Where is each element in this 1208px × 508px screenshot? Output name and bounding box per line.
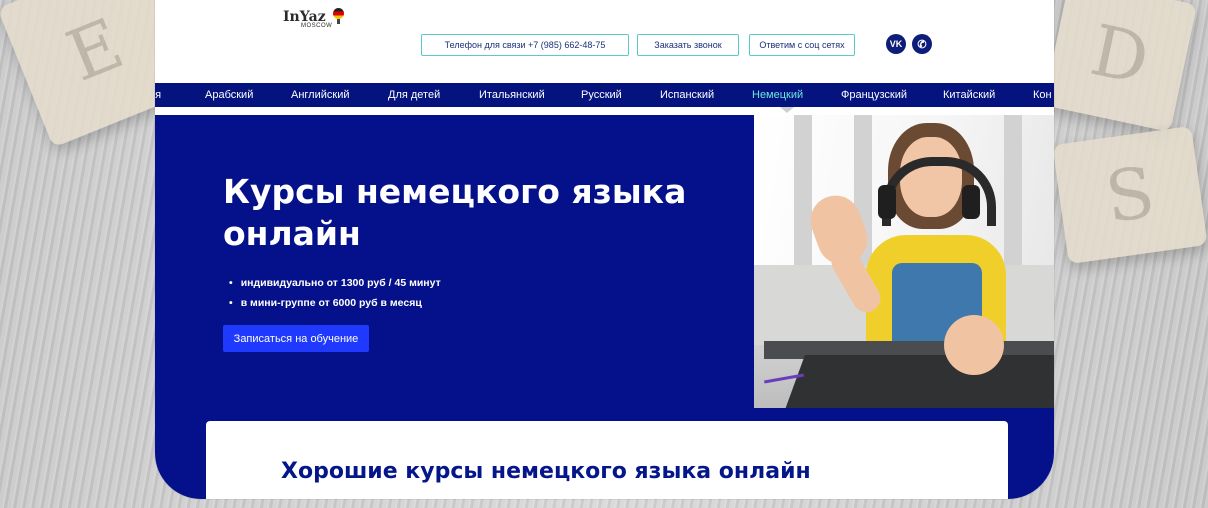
nav-item-french[interactable]: Французский bbox=[841, 89, 907, 101]
order-call-button[interactable]: Заказать звонок bbox=[637, 34, 739, 56]
hero-photo bbox=[754, 115, 1054, 408]
price-individual: индивидуально от 1300 руб / 45 минут bbox=[229, 273, 441, 293]
nav-item-kids[interactable]: Для детей bbox=[388, 89, 440, 101]
hero-title: Курсы немецкого языка онлайн bbox=[223, 172, 687, 253]
german-flag-icon bbox=[333, 8, 344, 19]
info-card: Хорошие курсы немецкого языка онлайн bbox=[206, 421, 1008, 499]
phone-button[interactable]: Телефон для связи +7 (985) 662-48-75 bbox=[421, 34, 629, 56]
nav-item-contacts[interactable]: Кон bbox=[1033, 89, 1052, 101]
letter-tile-s: S bbox=[1052, 125, 1208, 265]
nav-item-spanish[interactable]: Испанский bbox=[660, 89, 714, 101]
card-title: Хорошие курсы немецкого языка онлайн bbox=[281, 459, 811, 484]
vk-icon[interactable]: VK bbox=[886, 34, 906, 54]
website-screenshot: InYaz MOSCOW Телефон для связи +7 (985) … bbox=[155, 0, 1054, 499]
price-list: индивидуально от 1300 руб / 45 минут в м… bbox=[229, 273, 441, 313]
headphone-cup bbox=[962, 185, 980, 219]
active-nav-arrow-icon bbox=[780, 107, 794, 113]
logo-subtext: MOSCOW bbox=[301, 23, 333, 29]
nav-item-arabic[interactable]: Арабский bbox=[205, 89, 253, 101]
nav-item-cut-left[interactable]: ая bbox=[155, 89, 161, 101]
nav-item-chinese[interactable]: Китайский bbox=[943, 89, 995, 101]
photo-laptop bbox=[783, 355, 1054, 408]
photo-beam bbox=[1004, 115, 1022, 265]
nav-item-russian[interactable]: Русский bbox=[581, 89, 622, 101]
nav-item-english[interactable]: Английский bbox=[291, 89, 350, 101]
pin-icon bbox=[337, 19, 340, 24]
logo[interactable]: InYaz MOSCOW bbox=[283, 8, 344, 29]
language-nav: ая Арабский Английский Для детей Итальян… bbox=[155, 83, 1054, 107]
enroll-button[interactable]: Записаться на обучение bbox=[223, 325, 369, 352]
price-group: в мини-группе от 6000 руб в месяц bbox=[229, 293, 441, 313]
nav-item-german[interactable]: Немецкий bbox=[752, 89, 803, 101]
photo-beam bbox=[794, 115, 812, 265]
headphone-cup bbox=[878, 185, 896, 219]
typing-hand bbox=[944, 315, 1004, 375]
site-header: InYaz MOSCOW Телефон для связи +7 (985) … bbox=[155, 0, 1054, 83]
nav-divider bbox=[155, 107, 1054, 115]
nav-item-italian[interactable]: Итальянский bbox=[479, 89, 545, 101]
social-reply-button[interactable]: Ответим с соц сетях bbox=[749, 34, 855, 56]
whatsapp-icon[interactable]: ✆ bbox=[912, 34, 932, 54]
